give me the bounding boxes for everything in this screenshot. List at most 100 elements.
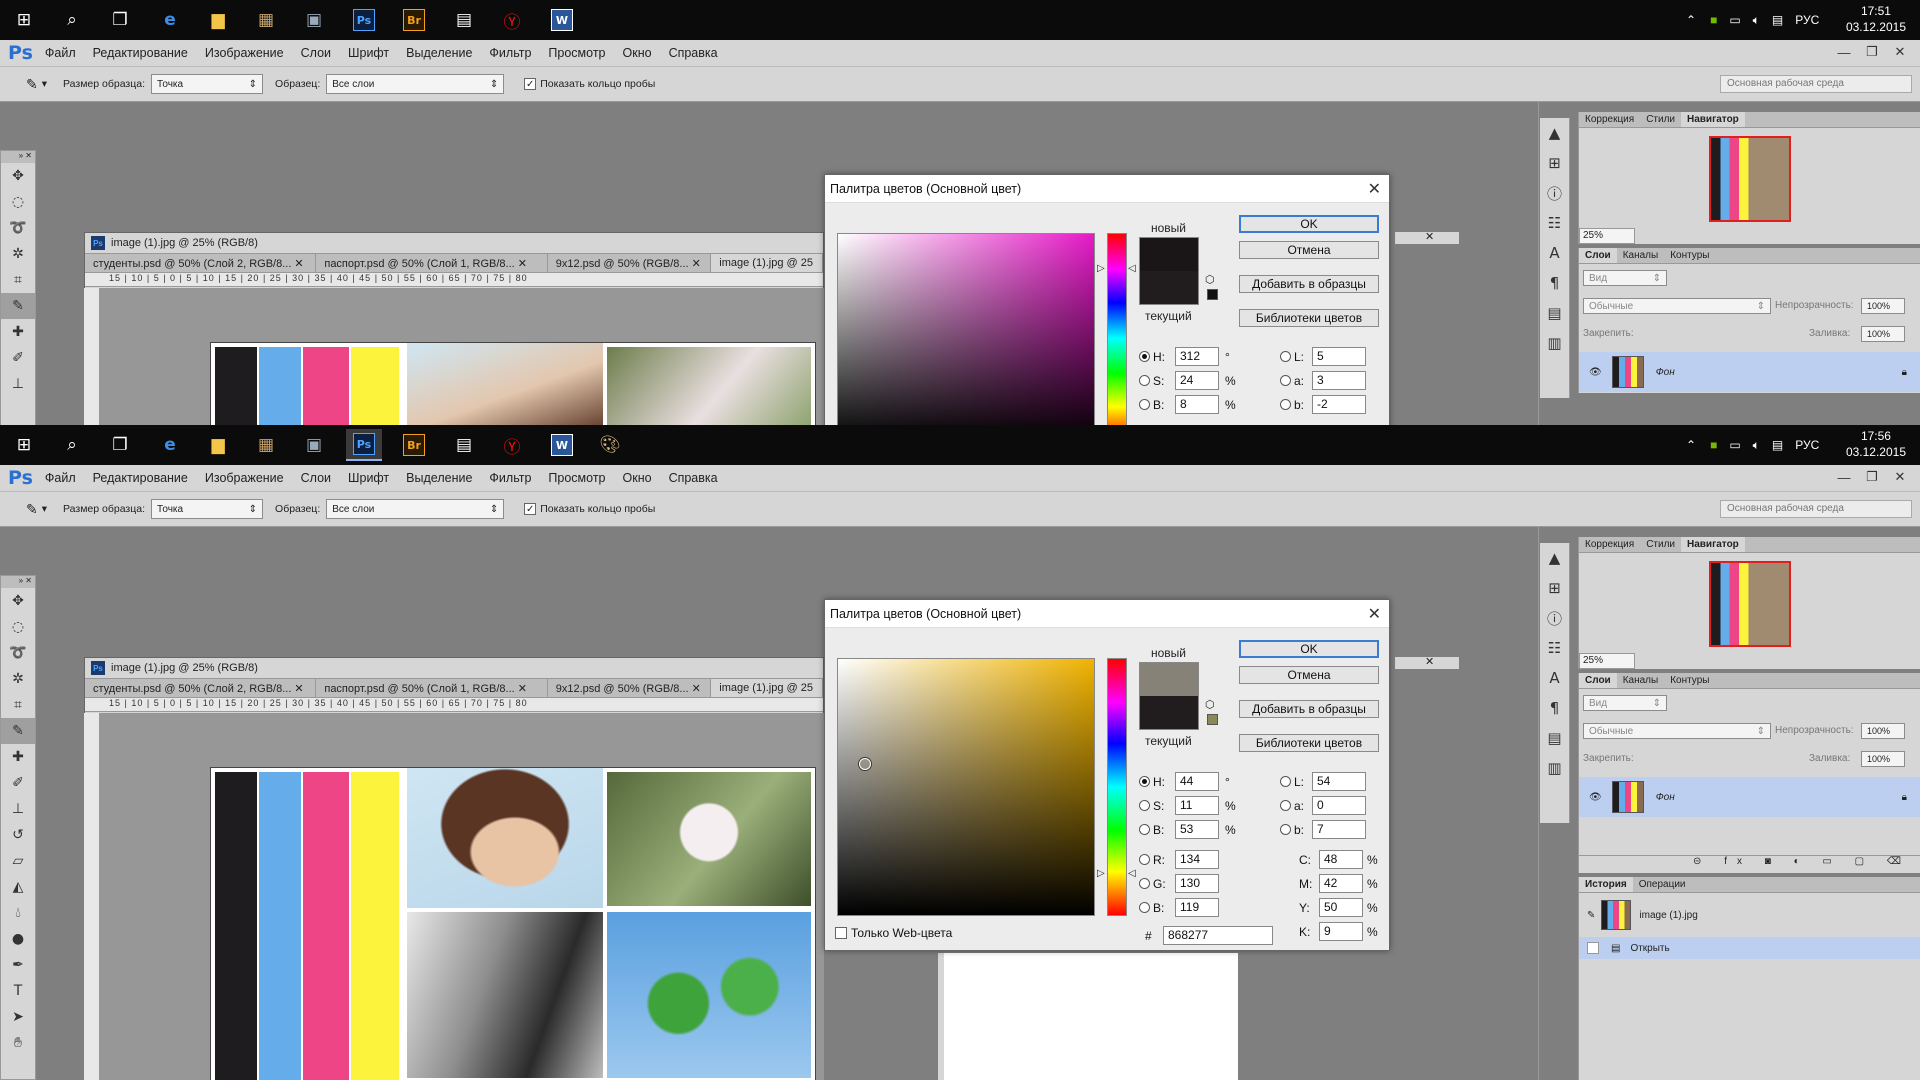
marquee-tool-icon[interactable]: ◌ — [1, 614, 35, 640]
task-view-icon[interactable]: ❐ — [102, 4, 138, 36]
minimize-icon[interactable]: — — [1830, 467, 1858, 487]
ok-button[interactable]: OK — [1239, 640, 1379, 658]
explorer-icon[interactable]: ▆ — [200, 4, 236, 36]
a-input[interactable]: 3 — [1312, 371, 1366, 390]
tab-passport[interactable]: паспорт.psd @ 50% (Слой 1, RGB/8... ✕ — [316, 254, 548, 272]
l-radio[interactable] — [1280, 351, 1291, 362]
cancel-button[interactable]: Отмена — [1239, 241, 1379, 259]
show-ring-checkbox[interactable]: ✓ — [524, 503, 537, 515]
nav-zoom-input[interactable]: 25% — [1579, 228, 1635, 244]
volume-icon[interactable]: 🔈︎ — [1753, 438, 1760, 453]
kind-filter[interactable]: Вид ⇕ — [1583, 695, 1667, 711]
character-icon[interactable]: A — [1540, 663, 1569, 693]
yandex-icon[interactable]: Ⓨ — [494, 4, 530, 36]
tab-history[interactable]: История — [1579, 877, 1633, 892]
eye-icon[interactable]: 👁︎ — [1589, 792, 1602, 803]
history-state-row[interactable]: ▤ Открыть — [1579, 937, 1920, 959]
menu-help[interactable]: Справка — [669, 46, 718, 60]
ok-button[interactable]: OK — [1239, 215, 1379, 233]
start-icon[interactable]: ⊞ — [6, 429, 42, 461]
word-icon[interactable]: W — [544, 4, 580, 36]
close-icon[interactable]: ✕ — [1886, 42, 1914, 62]
hue-slider-left-arrow[interactable]: ▷ — [1097, 263, 1105, 274]
show-ring-checkbox[interactable]: ✓ — [524, 78, 537, 90]
sample-dropdown[interactable]: Все слои ⇕ — [326, 499, 505, 519]
menu-view[interactable]: Просмотр — [548, 46, 605, 60]
paragraph-icon[interactable]: ¶ — [1540, 693, 1569, 723]
stamp-tool-icon[interactable]: ⊥ — [1, 796, 35, 822]
magic-wand-icon[interactable]: ✲ — [1, 241, 35, 267]
menu-filter[interactable]: Фильтр — [489, 471, 531, 485]
kind-filter[interactable]: Вид ⇕ — [1583, 270, 1667, 286]
notification-icon[interactable]: ▤ — [1772, 13, 1783, 27]
lab-b-input[interactable]: 7 — [1312, 820, 1366, 839]
eraser-tool-icon[interactable]: ▱ — [1, 848, 35, 874]
add-to-swatches-button[interactable]: Добавить в образцы — [1239, 275, 1379, 293]
brush-tool-icon[interactable]: ✐ — [1, 345, 35, 371]
brush-tool-icon[interactable]: ✐ — [1, 770, 35, 796]
type-tool-icon[interactable]: T — [1, 978, 35, 1004]
blend-mode-dropdown[interactable]: Обычные ⇕ — [1583, 723, 1771, 739]
g-input[interactable]: 130 — [1175, 874, 1219, 893]
magic-wand-icon[interactable]: ✲ — [1, 666, 35, 692]
tab-navigator[interactable]: Навигатор — [1681, 537, 1745, 552]
sample-size-dropdown[interactable]: Точка ⇕ — [151, 74, 264, 94]
menu-view[interactable]: Просмотр — [548, 471, 605, 485]
current-color-swatch[interactable] — [1139, 271, 1199, 305]
blue-input[interactable]: 119 — [1175, 898, 1219, 917]
yandex-icon[interactable]: Ⓨ — [494, 429, 530, 461]
properties-icon[interactable]: ☷ — [1540, 208, 1569, 238]
dodge-tool-icon[interactable]: ● — [1, 926, 35, 952]
r-input[interactable]: 134 — [1175, 850, 1219, 869]
menu-image[interactable]: Изображение — [205, 46, 284, 60]
tab-students[interactable]: студенты.psd @ 50% (Слой 2, RGB/8... ✕ — [85, 679, 317, 697]
info-icon[interactable]: ⓘ — [1540, 603, 1569, 633]
tab-image[interactable]: image (1).jpg @ 25 — [711, 679, 823, 697]
menu-type[interactable]: Шрифт — [348, 471, 389, 485]
hue-slider[interactable] — [1107, 658, 1127, 916]
restore-icon[interactable]: ❐ — [1858, 467, 1886, 487]
tab-actions[interactable]: Операции — [1633, 877, 1692, 892]
color-field-cursor[interactable] — [859, 758, 871, 770]
menu-select[interactable]: Выделение — [406, 471, 472, 485]
hue-slider-right-arrow[interactable]: ◁ — [1128, 868, 1136, 879]
word-icon[interactable]: W — [544, 429, 580, 461]
s-input[interactable]: 24 — [1175, 371, 1219, 390]
actions-icon[interactable]: ▥ — [1540, 328, 1569, 358]
history-brush-icon[interactable]: ↺ — [1, 822, 35, 848]
network-icon[interactable]: ▭ — [1729, 13, 1740, 27]
minimize-icon[interactable]: — — [1830, 42, 1858, 62]
tab-styles[interactable]: Стили — [1640, 537, 1681, 552]
fill-input[interactable]: 100% — [1861, 326, 1905, 342]
current-color-swatch[interactable] — [1139, 696, 1199, 730]
menu-type[interactable]: Шрифт — [348, 46, 389, 60]
tab-correction[interactable]: Коррекция — [1579, 112, 1640, 127]
menu-image[interactable]: Изображение — [205, 471, 284, 485]
clock[interactable]: 17:56 03.12.2015 — [1846, 428, 1906, 460]
hue-slider-left-arrow[interactable]: ▷ — [1097, 868, 1105, 879]
sample-dropdown[interactable]: Все слои ⇕ — [326, 74, 505, 94]
lasso-tool-icon[interactable]: ➰ — [1, 215, 35, 241]
app2-icon[interactable]: ▣ — [296, 4, 332, 36]
paint-icon[interactable]: 🎨︎ — [592, 429, 628, 461]
tab-students[interactable]: студенты.psd @ 50% (Слой 2, RGB/8... ✕ — [85, 254, 317, 272]
h-radio[interactable] — [1139, 776, 1150, 787]
history-brush-checkbox[interactable] — [1587, 942, 1599, 954]
y-input[interactable]: 50 — [1319, 898, 1363, 917]
app-icon[interactable]: ▦ — [248, 429, 284, 461]
a-radio[interactable] — [1280, 800, 1291, 811]
tab-channels[interactable]: Каналы — [1617, 673, 1665, 688]
a-input[interactable]: 0 — [1312, 796, 1366, 815]
tab-9x12[interactable]: 9x12.psd @ 50% (RGB/8... ✕ — [548, 254, 712, 272]
menu-help[interactable]: Справка — [669, 471, 718, 485]
tab-paths[interactable]: Контуры — [1664, 673, 1715, 688]
swatches-icon[interactable]: ⊞ — [1540, 148, 1569, 178]
b-input[interactable]: 8 — [1175, 395, 1219, 414]
l-radio[interactable] — [1280, 776, 1291, 787]
swatches-icon[interactable]: ⊞ — [1540, 573, 1569, 603]
history-icon[interactable]: ▤ — [1540, 723, 1569, 753]
menu-window[interactable]: Окно — [623, 471, 652, 485]
blue-radio[interactable] — [1139, 902, 1150, 913]
info-icon[interactable]: ⓘ — [1540, 178, 1569, 208]
app-icon[interactable]: ▦ — [248, 4, 284, 36]
